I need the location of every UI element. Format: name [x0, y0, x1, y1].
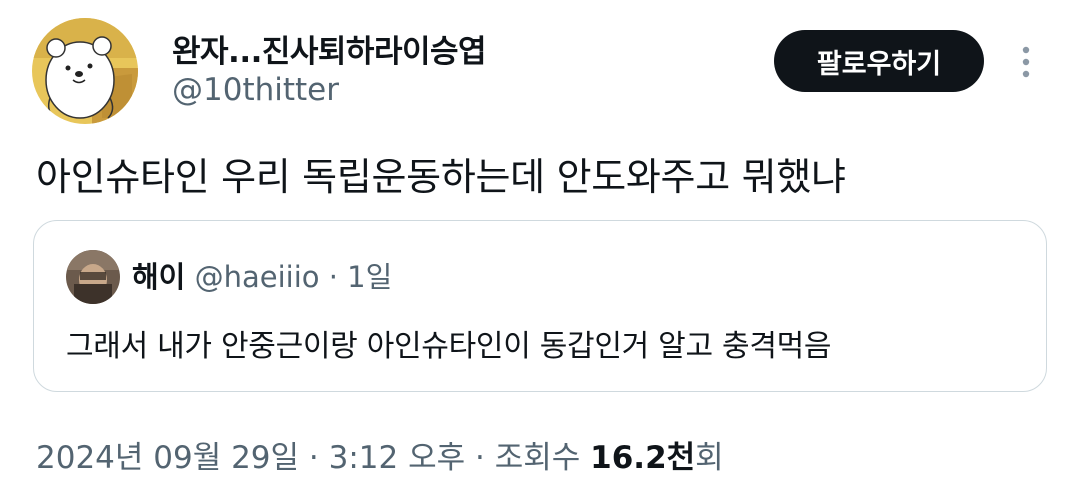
meta-separator: · — [475, 440, 485, 476]
author-display-name[interactable]: 완자...진사퇴하라이승엽 — [172, 26, 487, 71]
tweet-container: 완자...진사퇴하라이승엽 @10thitter 팔로우하기 아인슈타인 우리 … — [0, 0, 1080, 493]
tweet-meta: 2024년 09월 29일 · 3:12 오후 · 조회수 16.2천회 — [36, 432, 724, 477]
views-count: 16.2천 — [590, 440, 696, 476]
tweet-text: 아인슈타인 우리 독립운동하는데 안도와주고 뭐했냐 — [36, 155, 846, 199]
photo-avatar-icon — [66, 250, 120, 304]
tweet-date[interactable]: 2024년 09월 29일 — [36, 440, 299, 476]
views-label: 조회수 — [494, 440, 581, 476]
quote-separator: · — [328, 260, 338, 294]
author-avatar[interactable] — [32, 18, 138, 124]
quote-header: 해이 @haeiiio · 1일 — [132, 254, 392, 296]
quote-author-avatar[interactable] — [66, 250, 120, 304]
quote-author-name[interactable]: 해이 — [132, 260, 185, 294]
follow-button[interactable]: 팔로우하기 — [774, 30, 984, 92]
author-handle[interactable]: @10thitter — [172, 72, 339, 108]
tweet-time[interactable]: 3:12 오후 — [329, 440, 466, 476]
quote-timestamp[interactable]: 1일 — [347, 260, 392, 294]
more-vertical-icon — [1022, 46, 1030, 78]
quote-text: 그래서 내가 안중근이랑 아인슈타인이 동갑인거 알고 충격먹음 — [66, 329, 832, 364]
more-options-button[interactable] — [1008, 38, 1044, 86]
quote-author-handle[interactable]: @haeiiio — [195, 260, 320, 294]
meta-separator: · — [308, 440, 319, 476]
quote-tweet-card[interactable]: 해이 @haeiiio · 1일 그래서 내가 안중근이랑 아인슈타인이 동갑인… — [33, 220, 1047, 392]
cartoon-bear-avatar-icon — [32, 18, 138, 124]
views-suffix: 회 — [695, 440, 724, 476]
